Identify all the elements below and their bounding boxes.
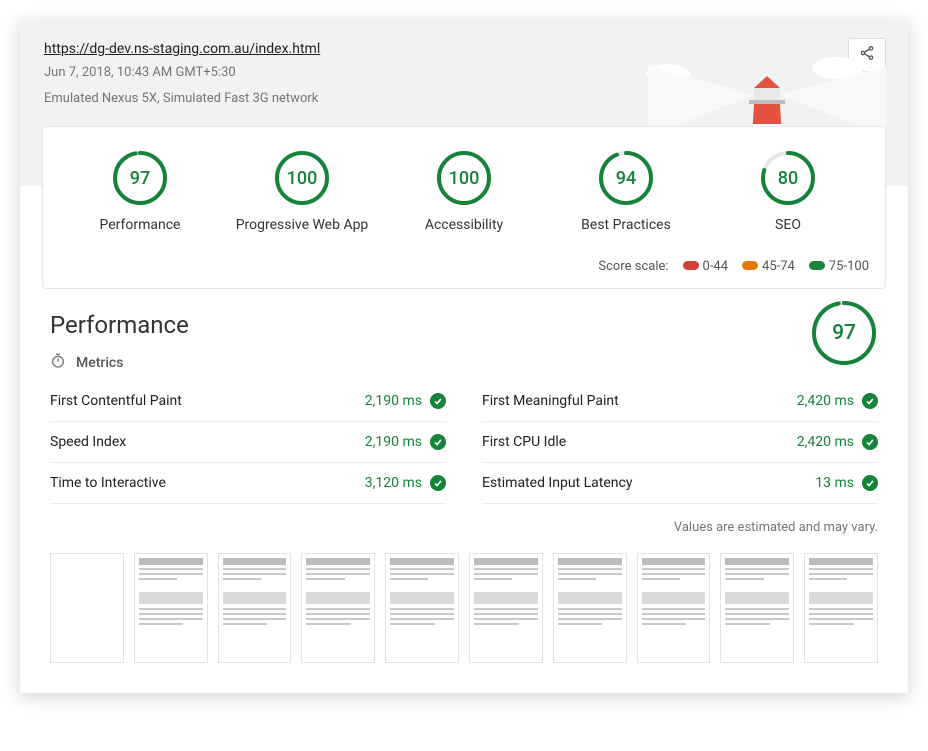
check-icon <box>430 393 446 409</box>
filmstrip-frame[interactable] <box>804 553 878 663</box>
scale-range-fail: 0-44 <box>683 259 729 274</box>
filmstrip-frame[interactable] <box>301 553 375 663</box>
metric-name: First Meaningful Paint <box>482 393 619 409</box>
metric-value: 2,420 ms <box>797 393 878 409</box>
scale-range-pass: 75-100 <box>809 259 869 274</box>
check-icon <box>430 434 446 450</box>
score-label: Progressive Web App <box>221 217 383 233</box>
performance-section: Performance 97 Metrics First Contentful … <box>20 289 908 693</box>
filmstrip-frame[interactable] <box>134 553 208 663</box>
share-button[interactable] <box>848 38 886 72</box>
score-label: SEO <box>707 217 869 233</box>
report-timestamp: Jun 7, 2018, 10:43 AM GMT+5:30 <box>44 63 884 83</box>
check-icon <box>862 475 878 491</box>
score-gauges-row: 97 Performance 100 Progressive Web App 1… <box>59 149 869 233</box>
score-gauge[interactable]: 94 Best Practices <box>545 149 707 233</box>
metric-value: 13 ms <box>815 475 878 491</box>
report-url[interactable]: https://dg-dev.ns-staging.com.au/index.h… <box>44 41 320 57</box>
performance-title: Performance <box>50 311 878 339</box>
metrics-label: Metrics <box>76 355 123 371</box>
metric-name: First CPU Idle <box>482 434 566 450</box>
scale-range-average: 45-74 <box>742 259 795 274</box>
share-icon <box>859 45 875 65</box>
filmstrip <box>50 553 878 663</box>
filmstrip-frame[interactable] <box>637 553 711 663</box>
metric-value: 2,190 ms <box>365 434 446 450</box>
performance-overall-gauge: 97 <box>810 299 878 377</box>
metrics-header: Metrics <box>50 353 878 373</box>
report-environment: Emulated Nexus 5X, Simulated Fast 3G net… <box>44 89 884 109</box>
metric-value: 3,120 ms <box>365 475 446 491</box>
metric-name: Estimated Input Latency <box>482 475 632 491</box>
metric-name: Time to Interactive <box>50 475 166 491</box>
filmstrip-frame[interactable] <box>218 553 292 663</box>
metrics-disclaimer: Values are estimated and may vary. <box>50 520 878 535</box>
metric-row[interactable]: Speed Index 2,190 ms <box>50 422 446 463</box>
filmstrip-frame[interactable] <box>385 553 459 663</box>
score-label: Performance <box>59 217 221 233</box>
filmstrip-frame[interactable] <box>553 553 627 663</box>
score-scale-label: Score scale: <box>598 259 668 274</box>
filmstrip-frame[interactable] <box>50 553 124 663</box>
check-icon <box>430 475 446 491</box>
score-scale: Score scale: 0-44 45-74 75-100 <box>59 259 869 274</box>
metric-row[interactable]: Time to Interactive 3,120 ms <box>50 463 446 504</box>
score-gauge[interactable]: 80 SEO <box>707 149 869 233</box>
filmstrip-frame[interactable] <box>720 553 794 663</box>
metric-name: First Contentful Paint <box>50 393 182 409</box>
score-gauge[interactable]: 97 Performance <box>59 149 221 233</box>
score-label: Best Practices <box>545 217 707 233</box>
metric-name: Speed Index <box>50 434 126 450</box>
metric-row[interactable]: Estimated Input Latency 13 ms <box>482 463 878 504</box>
metric-row[interactable]: First Meaningful Paint 2,420 ms <box>482 381 878 422</box>
check-icon <box>862 434 878 450</box>
metric-row[interactable]: First CPU Idle 2,420 ms <box>482 422 878 463</box>
metric-value: 2,420 ms <box>797 434 878 450</box>
filmstrip-frame[interactable] <box>469 553 543 663</box>
metrics-grid: First Contentful Paint 2,190 ms Speed In… <box>50 381 878 504</box>
score-label: Accessibility <box>383 217 545 233</box>
score-gauge[interactable]: 100 Progressive Web App <box>221 149 383 233</box>
check-icon <box>862 393 878 409</box>
lighthouse-report: https://dg-dev.ns-staging.com.au/index.h… <box>20 20 908 693</box>
metric-value: 2,190 ms <box>365 393 446 409</box>
score-summary-card: 97 Performance 100 Progressive Web App 1… <box>42 126 886 289</box>
score-gauge[interactable]: 100 Accessibility <box>383 149 545 233</box>
stopwatch-icon <box>50 353 66 373</box>
metric-row[interactable]: First Contentful Paint 2,190 ms <box>50 381 446 422</box>
